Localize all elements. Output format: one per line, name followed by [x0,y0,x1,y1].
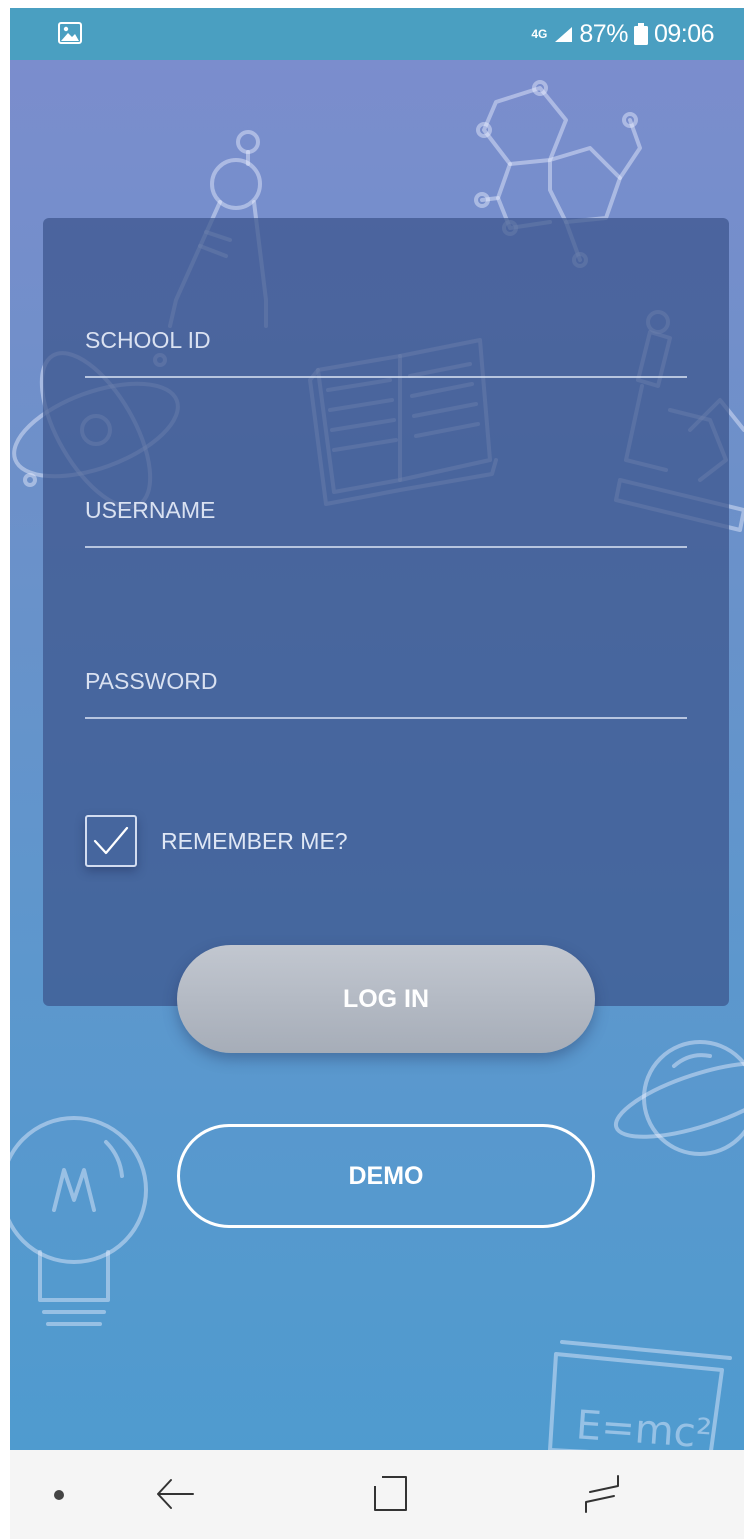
login-button[interactable]: LOG IN [177,945,595,1053]
login-card: REMEMBER ME? [43,218,729,1006]
signal-icon [555,27,573,42]
password-input[interactable] [85,657,687,705]
clock: 09:06 [653,19,715,48]
battery-icon [633,23,648,45]
lightbulb-icon [10,1116,148,1326]
username-underline [85,546,687,548]
remember-me-label[interactable]: REMEMBER ME? [161,828,348,855]
username-field [85,458,687,548]
demo-button[interactable]: DEMO [177,1124,595,1228]
username-input[interactable] [85,486,687,534]
school-id-field [85,288,687,378]
dot-icon[interactable] [54,1490,64,1500]
network-type: 4G [531,27,548,41]
back-icon[interactable] [155,1476,195,1512]
status-indicators: 4G 87% 09:06 [531,18,714,50]
password-field [85,629,687,719]
recent-apps-icon[interactable] [580,1474,624,1514]
formula-text: E=mc² [575,1402,714,1450]
login-screen: E=mc² REMEMBER ME? LOG IN [10,60,744,1450]
school-id-underline [85,376,687,378]
image-notification-icon [58,22,82,44]
battery-percent: 87% [579,19,628,48]
home-icon[interactable] [370,1474,410,1514]
planet-icon [613,1040,744,1156]
navigation-bar [10,1450,744,1539]
checkmark-icon [93,826,129,855]
phone-screen: 4G 87% 09:06 E=mc² SCHOOL ID USERNAME RE… [0,0,751,1539]
remember-me-checkbox[interactable] [85,815,137,867]
school-id-input[interactable] [85,316,687,364]
status-bar: 4G 87% 09:06 [10,8,744,60]
password-underline [85,717,687,719]
